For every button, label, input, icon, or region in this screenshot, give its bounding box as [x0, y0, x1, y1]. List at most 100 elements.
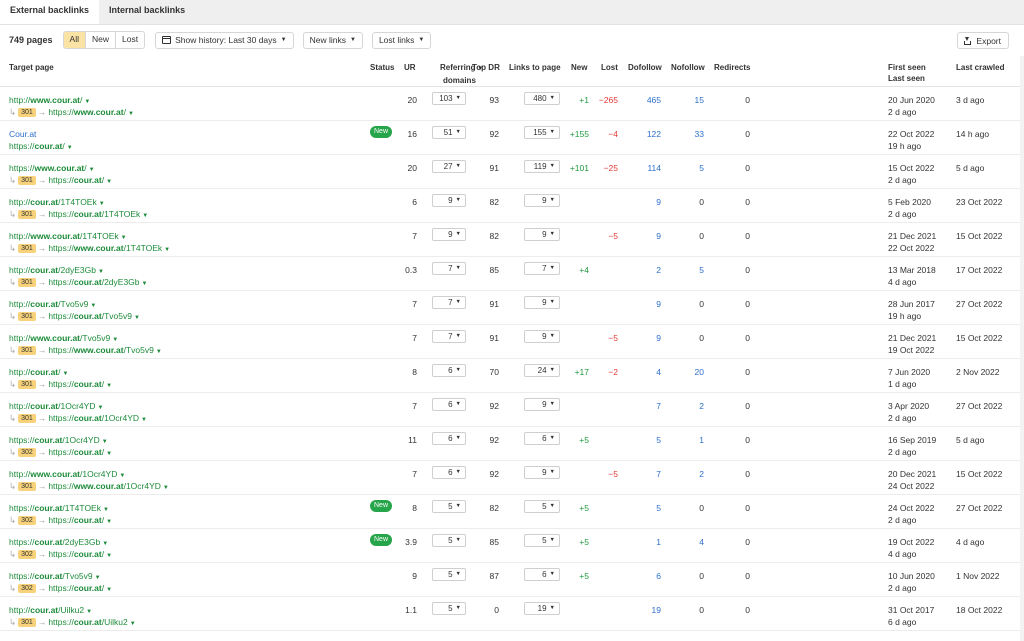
links-to-page-dropdown[interactable]: 9 ▼ — [524, 296, 560, 309]
redirect-chain[interactable]: ↳ 301 → https://cour.at/2dyE3Gb ▼ — [9, 276, 147, 290]
col-nofollow[interactable]: Nofollow — [671, 62, 705, 73]
dofollow-value[interactable]: 6 — [630, 570, 661, 582]
links-to-page-dropdown[interactable]: 6 ▼ — [524, 432, 560, 445]
col-target-page[interactable]: Target page — [9, 62, 54, 73]
redirect-chain[interactable]: ↳ 301 → https://cour.at/1Ocr4YD ▼ — [9, 412, 147, 426]
nofollow-value[interactable]: 2 — [680, 400, 704, 412]
col-top-dr[interactable]: Top DR — [472, 62, 500, 73]
dofollow-value[interactable]: 9 — [630, 196, 661, 208]
col-redirects[interactable]: Redirects — [714, 62, 750, 73]
tab-internal-backlinks[interactable]: Internal backlinks — [99, 0, 195, 24]
links-to-page-dropdown[interactable]: 6 ▼ — [524, 568, 560, 581]
new-links-dropdown[interactable]: New links ▼ — [302, 31, 363, 49]
redirect-chain[interactable]: ↳ 302 → https://cour.at/▼ — [9, 446, 112, 460]
dofollow-value[interactable]: 114 — [630, 162, 661, 174]
col-lost[interactable]: Lost — [601, 62, 618, 73]
nofollow-value[interactable]: 33 — [680, 128, 704, 140]
col-dofollow[interactable]: Dofollow — [628, 62, 662, 73]
links-to-page-dropdown[interactable]: 24 ▼ — [524, 364, 560, 377]
col-last-crawled[interactable]: Last crawled — [956, 62, 1004, 73]
dofollow-value[interactable]: 5 — [630, 502, 661, 514]
links-to-page-dropdown[interactable]: 5 ▼ — [524, 534, 560, 547]
dofollow-value[interactable]: 7 — [630, 400, 661, 412]
page-title-link[interactable]: Cour.at — [9, 128, 36, 140]
referring-domains-dropdown[interactable]: 6 ▼ — [432, 466, 466, 479]
redirect-chain[interactable]: ↳ 301 → https://cour.at/1T4TOEk ▼ — [9, 208, 148, 222]
nofollow-value[interactable]: 5 — [680, 162, 704, 174]
referring-domains-dropdown[interactable]: 27 ▼ — [432, 160, 466, 173]
dofollow-value[interactable]: 9 — [630, 332, 661, 344]
nofollow-value[interactable]: 20 — [680, 366, 704, 378]
target-url-link[interactable]: https://cour.at/▼ — [9, 140, 73, 154]
filter-lost-button[interactable]: Lost — [116, 32, 145, 48]
dofollow-value[interactable]: 122 — [630, 128, 661, 140]
history-dropdown[interactable]: Show history: Last 30 days ▼ — [155, 31, 294, 49]
links-to-page-dropdown[interactable]: 155 ▼ — [524, 126, 560, 139]
redirect-scheme: https:// — [48, 243, 74, 253]
col-status[interactable]: Status — [370, 62, 394, 73]
dofollow-value[interactable]: 7 — [630, 468, 661, 480]
lost-links-dropdown[interactable]: Lost links ▼ — [371, 31, 432, 49]
referring-domains-dropdown[interactable]: 6 ▼ — [432, 364, 466, 377]
dofollow-value[interactable]: 1 — [630, 536, 661, 548]
referring-domains-dropdown[interactable]: 5 ▼ — [432, 534, 466, 547]
redirect-chain[interactable]: ↳ 301 → https://cour.at/Tvo5v9 ▼ — [9, 310, 140, 324]
tab-external-backlinks[interactable]: External backlinks — [0, 0, 100, 24]
col-first-last-seen[interactable]: First seen Last seen — [888, 62, 926, 84]
links-to-page-dropdown[interactable]: 9 ▼ — [524, 330, 560, 343]
lost-links-value: −2 — [608, 367, 618, 377]
referring-domains-dropdown[interactable]: 5 ▼ — [432, 602, 466, 615]
links-to-page-dropdown[interactable]: 9 ▼ — [524, 228, 560, 241]
redirect-chain[interactable]: ↳ 301 → https://www.cour.at/1T4TOEk ▼ — [9, 242, 170, 256]
referring-domains-dropdown[interactable]: 51 ▼ — [432, 126, 466, 139]
links-to-page-dropdown[interactable]: 19 ▼ — [524, 602, 560, 615]
referring-domains-dropdown[interactable]: 5 ▼ — [432, 568, 466, 581]
links-to-page-dropdown[interactable]: 5 ▼ — [524, 500, 560, 513]
filter-all-button[interactable]: All — [63, 32, 86, 48]
dofollow-value[interactable]: 465 — [630, 94, 661, 106]
dofollow-value[interactable]: 9 — [630, 298, 661, 310]
links-to-page-dropdown[interactable]: 9 ▼ — [524, 194, 560, 207]
redirect-chain[interactable]: ↳ 302 → https://cour.at/▼ — [9, 514, 112, 528]
links-to-page-dropdown[interactable]: 9 ▼ — [524, 466, 560, 479]
dofollow-value[interactable]: 5 — [630, 434, 661, 446]
redirect-chain[interactable]: ↳ 302 → https://cour.at/▼ — [9, 582, 112, 596]
ur-value: 7 — [412, 469, 417, 479]
chevron-down-icon: ▼ — [88, 167, 95, 173]
redirect-chain[interactable]: ↳ 301 → https://cour.at/Uilku2 ▼ — [9, 616, 136, 630]
referring-domains-dropdown[interactable]: 7 ▼ — [432, 262, 466, 275]
scrollbar[interactable] — [1020, 56, 1024, 641]
links-to-page-dropdown[interactable]: 7 ▼ — [524, 262, 560, 275]
redirect-chain[interactable]: ↳ 302 → https://cour.at/▼ — [9, 548, 112, 562]
nofollow-value[interactable]: 2 — [680, 468, 704, 480]
links-to-page-dropdown[interactable]: 480 ▼ — [524, 92, 560, 105]
nofollow-value[interactable]: 15 — [680, 94, 704, 106]
referring-domains-dropdown[interactable]: 5 ▼ — [432, 500, 466, 513]
redirect-chain[interactable]: ↳ 301 → https://www.cour.at/1Ocr4YD ▼ — [9, 480, 169, 494]
referring-domains-dropdown[interactable]: 103 ▼ — [432, 92, 466, 105]
nofollow-value[interactable]: 1 — [680, 434, 704, 446]
redirect-chain[interactable]: ↳ 301 → https://www.cour.at/Tvo5v9 ▼ — [9, 344, 162, 358]
dofollow-value[interactable]: 2 — [630, 264, 661, 276]
nofollow-value[interactable]: 4 — [680, 536, 704, 548]
referring-domains-dropdown[interactable]: 6 ▼ — [432, 432, 466, 445]
links-to-page-dropdown[interactable]: 9 ▼ — [524, 398, 560, 411]
redirect-chain[interactable]: ↳ 301 → https://cour.at/▼ — [9, 174, 112, 188]
filter-new-button[interactable]: New — [85, 32, 116, 48]
dofollow-value[interactable]: 19 — [630, 604, 661, 616]
referring-domains-dropdown[interactable]: 6 ▼ — [432, 398, 466, 411]
nofollow-value[interactable]: 5 — [680, 264, 704, 276]
links-to-page-dropdown[interactable]: 119 ▼ — [524, 160, 560, 173]
referring-domains-dropdown[interactable]: 7 ▼ — [432, 330, 466, 343]
referring-domains-dropdown[interactable]: 9 ▼ — [432, 228, 466, 241]
dofollow-value[interactable]: 9 — [630, 230, 661, 242]
col-links-to-page[interactable]: Links to page — [509, 62, 561, 73]
referring-domains-dropdown[interactable]: 9 ▼ — [432, 194, 466, 207]
redirect-chain[interactable]: ↳ 301 → https://cour.at/▼ — [9, 378, 112, 392]
redirect-chain[interactable]: ↳ 301 → https://www.cour.at/▼ — [9, 106, 134, 120]
dofollow-value[interactable]: 4 — [630, 366, 661, 378]
referring-domains-dropdown[interactable]: 7 ▼ — [432, 296, 466, 309]
col-new[interactable]: New — [571, 62, 587, 73]
col-ur[interactable]: UR — [404, 62, 416, 73]
export-button[interactable]: Export — [957, 32, 1009, 49]
